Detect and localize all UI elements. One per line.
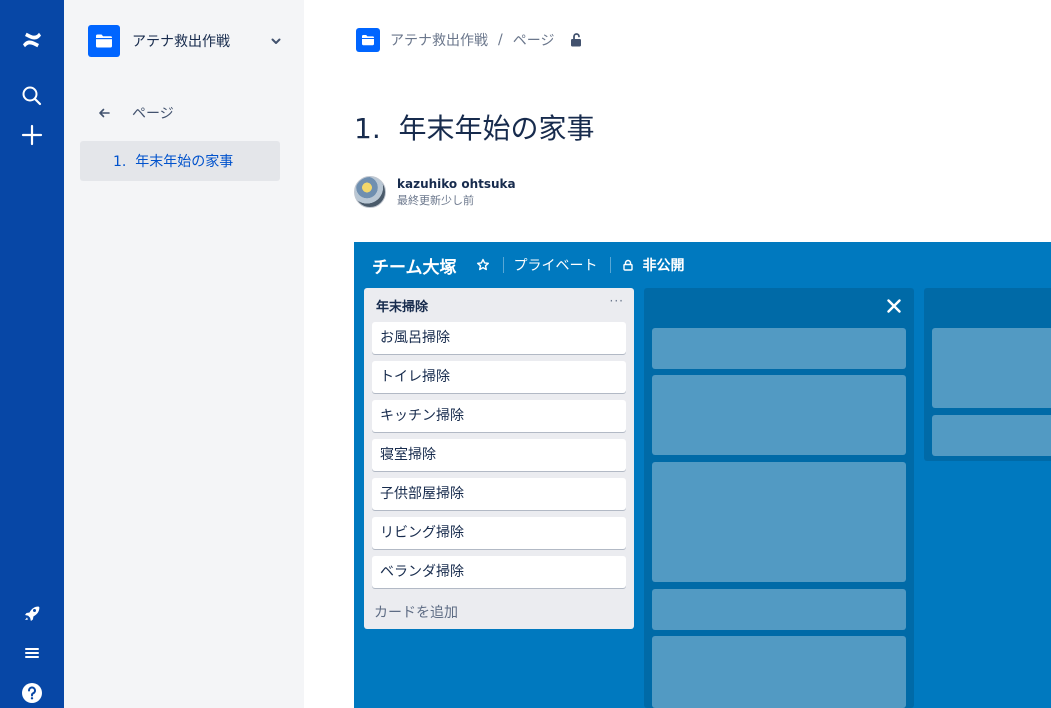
sidebar-page-label: 1. 年末年始の家事	[113, 154, 234, 170]
board-card[interactable]: キッチン掃除	[372, 400, 626, 432]
placeholder-card	[652, 636, 906, 708]
search-icon[interactable]	[16, 80, 48, 112]
author-name[interactable]: kazuhiko ohtsuka	[397, 175, 516, 193]
space-name: アテナ救出作戦	[132, 34, 230, 50]
unlock-icon[interactable]	[568, 32, 584, 48]
placeholder-card	[932, 415, 1051, 456]
board-header: チーム大塚 プライベート 非公開	[354, 242, 1051, 288]
header-divider	[502, 257, 504, 273]
board-card[interactable]: リビング掃除	[372, 517, 626, 549]
folder-icon	[88, 25, 120, 57]
arrow-left-icon	[96, 105, 112, 121]
breadcrumb-separator: /	[498, 32, 503, 48]
breadcrumb-space-link[interactable]: アテナ救出作戦	[390, 30, 488, 50]
embedded-board: チーム大塚 プライベート 非公開 年末掃除 ··· お風呂掃除 トイレ掃除 キッ…	[354, 242, 1051, 708]
board-card[interactable]: トイレ掃除	[372, 361, 626, 393]
lock-icon	[621, 258, 635, 272]
placeholder-card	[932, 328, 1051, 408]
header-divider	[609, 257, 611, 273]
author-text: kazuhiko ohtsuka 最終更新少し前	[397, 175, 516, 209]
board-list: 年末掃除 ··· お風呂掃除 トイレ掃除 キッチン掃除 寝室掃除 子供部屋掃除 …	[364, 288, 634, 629]
board-card[interactable]: ベランダ掃除	[372, 556, 626, 588]
breadcrumb-pages-link[interactable]: ページ	[513, 30, 555, 50]
star-icon[interactable]	[475, 257, 491, 273]
help-icon[interactable]	[16, 677, 48, 708]
board-card[interactable]: 子供部屋掃除	[372, 478, 626, 510]
board-name[interactable]: チーム大塚	[372, 253, 457, 278]
page-title: 1. 年末年始の家事	[354, 112, 595, 145]
folder-icon	[356, 28, 380, 52]
rocket-icon[interactable]	[16, 597, 48, 629]
confluence-logo-icon[interactable]	[16, 24, 48, 56]
board-card[interactable]: 寝室掃除	[372, 439, 626, 471]
placeholder-card	[652, 589, 906, 630]
author-byline: kazuhiko ohtsuka 最終更新少し前	[354, 174, 516, 210]
add-card-button[interactable]: カードを追加	[374, 602, 458, 622]
close-icon[interactable]	[884, 296, 904, 316]
board-public-status[interactable]: 非公開	[643, 255, 685, 275]
last-updated: 最終更新少し前	[397, 194, 474, 207]
sidebar-page-item[interactable]: 1. 年末年始の家事	[80, 141, 280, 181]
placeholder-list	[644, 288, 914, 708]
global-nav	[0, 0, 64, 708]
list-menu-button[interactable]: ···	[610, 294, 624, 308]
placeholder-card	[652, 375, 906, 455]
main-content: アテナ救出作戦 / ページ 1. 年末年始の家事 kazuhiko ohtsuk…	[304, 0, 1051, 708]
plus-icon[interactable]	[16, 119, 48, 151]
app-root: アテナ救出作戦 ページ 1. 年末年始の家事 アテナ救出作戦 / ページ 1. …	[0, 0, 1051, 708]
space-sidebar: アテナ救出作戦 ページ 1. 年末年始の家事	[64, 0, 304, 708]
placeholder-card	[652, 328, 906, 369]
board-card[interactable]: お風呂掃除	[372, 322, 626, 354]
space-switcher[interactable]: アテナ救出作戦	[88, 25, 284, 57]
back-label: ページ	[132, 106, 174, 122]
placeholder-card	[652, 462, 906, 582]
menu-icon[interactable]	[16, 637, 48, 669]
breadcrumb: アテナ救出作戦 / ページ	[356, 28, 584, 52]
back-to-pages[interactable]: ページ	[96, 102, 174, 124]
board-visibility[interactable]: プライベート	[514, 255, 598, 275]
placeholder-list	[924, 288, 1051, 461]
avatar[interactable]	[354, 176, 386, 208]
chevron-down-icon[interactable]	[268, 33, 284, 49]
list-title[interactable]: 年末掃除	[376, 296, 428, 315]
